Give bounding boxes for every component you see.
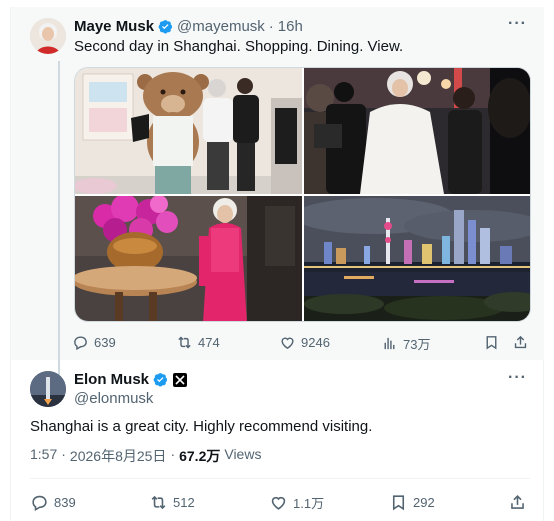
heart-icon (271, 496, 286, 510)
divider (30, 478, 530, 479)
photo-shanghai-skyline-night[interactable] (304, 196, 530, 321)
share-icon (514, 335, 527, 349)
post-text: Shanghai is a great city. Highly recomme… (30, 418, 373, 435)
views-button[interactable]: 73万 (381, 334, 430, 353)
reply-icon (32, 495, 47, 511)
post-meta: 1:57 · 2026年8月25日 · 67.2万 Views (30, 446, 261, 466)
pink-outfit-flowers-image (75, 196, 302, 321)
heart-icon (281, 337, 294, 349)
parent-post[interactable]: Maye Musk @mayemusk · 16h ··· Second day… (11, 7, 544, 379)
verified-badge-icon[interactable] (158, 19, 173, 34)
post-time[interactable]: 16h (278, 18, 303, 35)
bookmark-icon (486, 336, 497, 350)
dot-separator: · (170, 446, 176, 462)
repost-count: 512 (173, 495, 195, 510)
repost-icon (178, 336, 191, 349)
like-count: 9246 (301, 335, 330, 350)
post-time[interactable]: 1:57 (30, 446, 57, 466)
reply-button[interactable]: 639 (72, 334, 116, 351)
post-text: Second day in Shanghai. Shopping. Dining… (74, 38, 404, 55)
repost-button[interactable]: 512 (149, 493, 195, 512)
post-header: Maye Musk @mayemusk · 16h (74, 18, 303, 35)
reply-count: 839 (54, 495, 76, 510)
author-handle[interactable]: @mayemusk (177, 18, 265, 35)
bookmark-button[interactable]: 292 (389, 493, 435, 512)
reply-count: 639 (94, 335, 116, 350)
more-options-button[interactable]: ··· (508, 369, 527, 387)
verified-badge-icon[interactable] (153, 372, 168, 387)
post-date[interactable]: 2026年8月25日 (70, 446, 167, 466)
repost-icon (151, 495, 166, 510)
maye-avatar-image (30, 18, 66, 54)
photo-pink-outfit-flowers[interactable] (75, 196, 302, 321)
elon-avatar-image (30, 371, 66, 407)
reply-button[interactable]: 839 (30, 493, 76, 512)
views-count: 67.2万 (179, 448, 221, 464)
avatar[interactable] (30, 371, 66, 407)
author-handle[interactable]: @elonmusk (74, 390, 153, 407)
x-affiliate-icon[interactable] (173, 372, 188, 387)
timeline-frame: Maye Musk @mayemusk · 16h ··· Second day… (10, 7, 544, 521)
post-header: Elon Musk (74, 371, 188, 388)
repost-count: 474 (198, 335, 220, 350)
photo-crowd-street[interactable] (304, 68, 530, 194)
bookmark-button[interactable] (483, 334, 500, 351)
like-count: 1.1万 (293, 496, 325, 511)
avatar[interactable] (30, 18, 66, 54)
crowd-street-image (304, 68, 530, 194)
author-name[interactable]: Maye Musk (74, 18, 154, 35)
repost-button[interactable]: 474 (176, 334, 220, 351)
media-grid[interactable] (74, 67, 531, 322)
author-name[interactable]: Elon Musk (74, 371, 149, 388)
more-options-button[interactable]: ··· (508, 15, 527, 33)
share-button[interactable] (512, 334, 529, 351)
thread-connector-line (58, 61, 60, 379)
views-count: 73万 (403, 337, 431, 352)
like-button[interactable]: 9246 (279, 334, 330, 351)
share-button[interactable] (508, 493, 527, 512)
photo-teddy-bear-shop[interactable] (75, 68, 302, 194)
views-label: Views (224, 446, 262, 462)
shanghai-skyline-image (304, 196, 530, 321)
teddy-bear-shop-image (75, 68, 302, 194)
share-icon (511, 495, 524, 509)
dot-separator: · (61, 446, 66, 462)
dot-separator: · (268, 18, 274, 35)
handle-line: @elonmusk (74, 390, 153, 407)
bookmark-icon (392, 495, 405, 511)
reply-icon (74, 336, 87, 351)
bookmark-count: 292 (413, 495, 435, 510)
views-chart-icon (384, 337, 395, 350)
like-button[interactable]: 1.1万 (269, 493, 324, 512)
